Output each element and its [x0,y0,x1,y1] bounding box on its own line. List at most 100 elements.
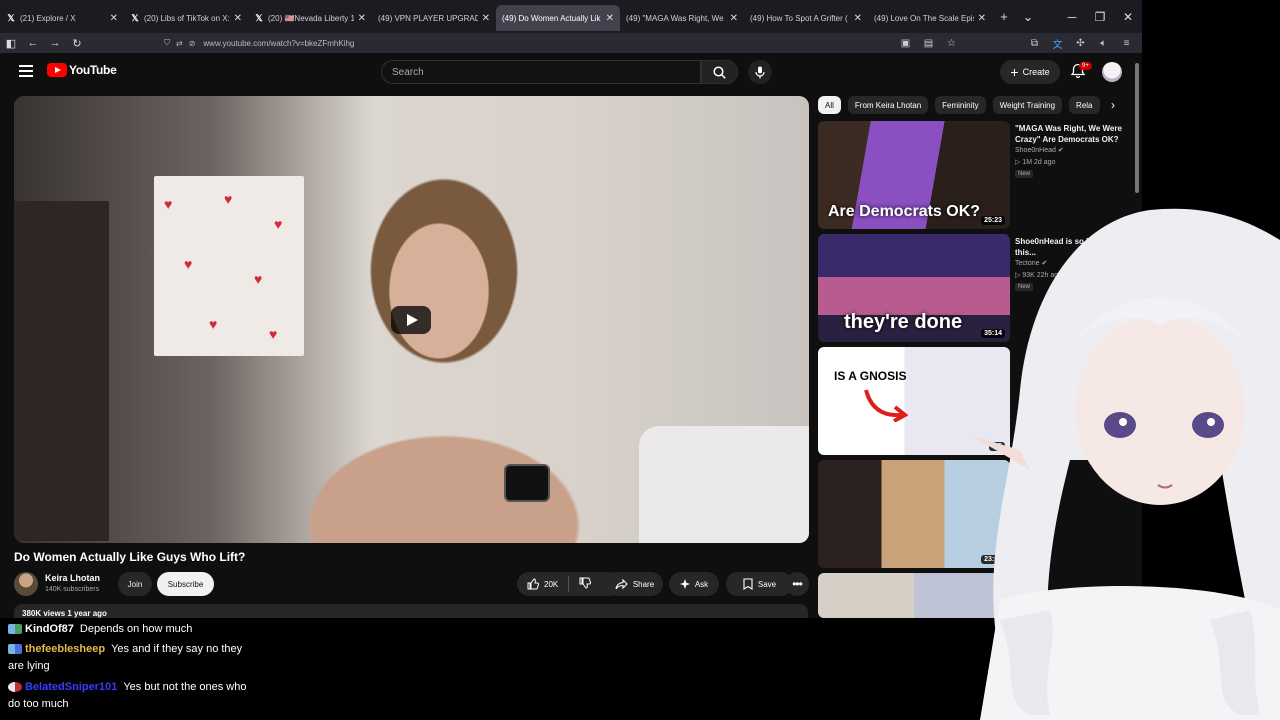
tab-libs-of-tiktok[interactable]: 𝕏 (20) Libs of TikTok on X: "Yo ✕ [124,5,248,31]
close-tab-icon[interactable]: ✕ [482,13,490,24]
play-button[interactable] [391,306,431,334]
puzzle-icon[interactable]: ✣ [1069,38,1092,49]
shield-icon[interactable]: ⛉ [164,38,170,48]
new-tab-plus-icon[interactable]: + [992,4,1016,30]
tracking-icon[interactable]: ⊘ [189,39,196,48]
tab-title: (49) Love On The Scale Episo [874,13,974,23]
chevron-right-icon[interactable]: › [1104,96,1122,114]
x-logo-icon: 𝕏 [7,12,15,23]
recommendation-title[interactable]: "MAGA Was Right, We Were Crazy" Are Demo… [1015,123,1127,145]
window-controls: ─ ❐ ✕ [1058,0,1142,33]
microphone-icon [755,66,765,78]
save-playlist-icon [743,578,753,590]
channel-name[interactable]: Keira Lhotan [45,573,100,583]
video-player[interactable]: ♥ ♥ ♥ ♥ ♥ ♥ ♥ [14,96,809,543]
share-button[interactable]: Share [606,572,663,596]
youtube-play-logo-icon [47,63,67,77]
like-button[interactable]: 20K [527,578,558,590]
close-tab-icon[interactable]: ✕ [854,13,862,24]
chip-femininity[interactable]: Femininity [935,96,986,114]
close-tab-icon[interactable]: ✕ [730,13,738,24]
chat-username: BelatedSniper101 [25,681,118,693]
filter-chips: All From Keira Lhotan Femininity Weight … [818,96,1118,114]
chip-all[interactable]: All [818,96,841,114]
nav-bar: ◧ ← → ↻ ⛉ ⇄ ⊘ www.youtube.com/watch?v=bk… [0,33,1142,53]
minimize-icon[interactable]: ─ [1058,10,1086,24]
voice-search-button[interactable] [748,60,772,84]
page-scrollbar[interactable] [1135,63,1139,193]
create-label: Create [1022,67,1050,77]
screen: 𝕏 (21) Explore / X ✕ 𝕏 (20) Libs of TikTok … [0,0,1280,720]
sidebar-toggle-icon[interactable]: ◧ [0,37,22,50]
close-window-icon[interactable]: ✕ [1114,10,1142,24]
tab-love-on-the-scale[interactable]: (49) Love On The Scale Episo ✕ [868,5,992,31]
join-button[interactable]: Join [118,572,152,596]
close-tab-icon[interactable]: ✕ [358,13,366,24]
chat-username: thefeeblesheep [25,643,106,655]
chat-message: BelatedSniper101 Yes but not the ones who… [8,679,258,713]
video-frame-shelf [14,201,109,541]
ask-button[interactable]: Ask [669,572,719,596]
video-title: Do Women Actually Like Guys Who Lift? [14,550,246,564]
hamburger-menu-icon[interactable] [19,65,33,77]
bookmark-star-icon[interactable]: ☆ [940,38,963,49]
thumbnail-text: they're done [844,311,963,333]
chip-from-channel[interactable]: From Keira Lhotan [847,96,929,114]
tab-title: (21) Explore / X [20,13,76,23]
new-badge: New [1015,170,1034,178]
chat-message: thefeeblesheep Yes and if they say no the… [8,641,258,675]
plus-icon: + [1010,64,1019,80]
tab-vpn-player[interactable]: (49) VPN PLAYER UPGRADE ✕ [372,5,496,31]
share-arrow-icon [615,578,628,589]
subscribe-button[interactable]: Subscribe [157,572,214,596]
save-label: Save [757,579,777,589]
create-button[interactable]: + Create [1000,60,1060,84]
tab-spot-a-grifter[interactable]: (49) How To Spot A Grifter (✕ [744,5,868,31]
back-arrow-icon[interactable]: ← [22,37,44,49]
tab-maga-was-right[interactable]: (49) "MAGA Was Right, We W ✕ [620,5,744,31]
tab-do-women-actually[interactable]: (49) Do Women Actually Lik ✕ [496,5,620,31]
reload-icon[interactable]: ↻ [66,37,88,50]
search-input[interactable]: Search [381,60,701,84]
description-box[interactable]: 380K views 1 year ago [14,604,808,618]
close-tab-icon[interactable]: ✕ [110,13,118,24]
volume-icon[interactable]: 🔈︎ [1092,38,1115,49]
youtube-logo[interactable]: YouTube [47,63,117,77]
app-menu-icon[interactable]: ≡ [1115,38,1138,49]
close-tab-icon[interactable]: ✕ [606,13,614,24]
account-avatar[interactable] [1102,62,1122,82]
chip-related[interactable]: Rela [1069,96,1100,114]
tab-title: (49) Do Women Actually Lik [502,13,601,23]
tab-explore[interactable]: 𝕏 (21) Explore / X ✕ [0,5,124,31]
video-frame-hearts-poster: ♥ ♥ ♥ ♥ ♥ ♥ ♥ [154,176,304,356]
tab-list-chevron-icon[interactable]: ⌄ [1016,4,1040,30]
chip-weight-training[interactable]: Weight Training [992,96,1063,114]
reader-view-icon[interactable]: ▤ [917,38,940,49]
extensions-icon[interactable]: ⧉ [1023,38,1046,49]
forward-arrow-icon[interactable]: → [44,37,66,49]
x-logo-icon: 𝕏 [131,12,139,23]
tab-bar: 𝕏 (21) Explore / X ✕ 𝕏 (20) Libs of TikTok … [0,0,1142,33]
save-button[interactable]: Save [726,572,793,596]
translate-icon[interactable]: 文 [1046,36,1069,51]
permissions-icon[interactable]: ⇄ [176,39,183,48]
address-bar[interactable]: ⛉ ⇄ ⊘ www.youtube.com/watch?v=bkeZFmhKih… [164,33,984,53]
dislike-button[interactable] [579,577,592,591]
picture-in-picture-icon[interactable]: ▣ [894,38,917,49]
tab-title: (20) 🇺🇸Nevada Liberty 1864 [268,13,354,23]
restore-icon[interactable]: ❐ [1086,10,1114,24]
url-text[interactable]: www.youtube.com/watch?v=bkeZFmhKihg [203,39,354,48]
ask-label: Ask [694,579,709,589]
more-dots-icon: ••• [792,577,803,591]
more-actions-button[interactable]: ••• [785,572,809,596]
vtuber-avatar-image [970,208,1280,720]
channel-avatar[interactable] [14,572,38,596]
tab-title: (49) "MAGA Was Right, We W [626,13,726,23]
subscriber-count: 140K subscribers [45,586,100,593]
close-tab-icon[interactable]: ✕ [234,13,242,24]
notification-count-badge: 9+ [1079,62,1092,70]
tab-nevada-liberty[interactable]: 𝕏 (20) 🇺🇸Nevada Liberty 1864 ✕ [248,5,372,31]
recommendation-channel[interactable]: Shoe0nHead ✔ [1015,146,1064,154]
close-tab-icon[interactable]: ✕ [978,13,986,24]
search-button[interactable] [701,60,738,84]
